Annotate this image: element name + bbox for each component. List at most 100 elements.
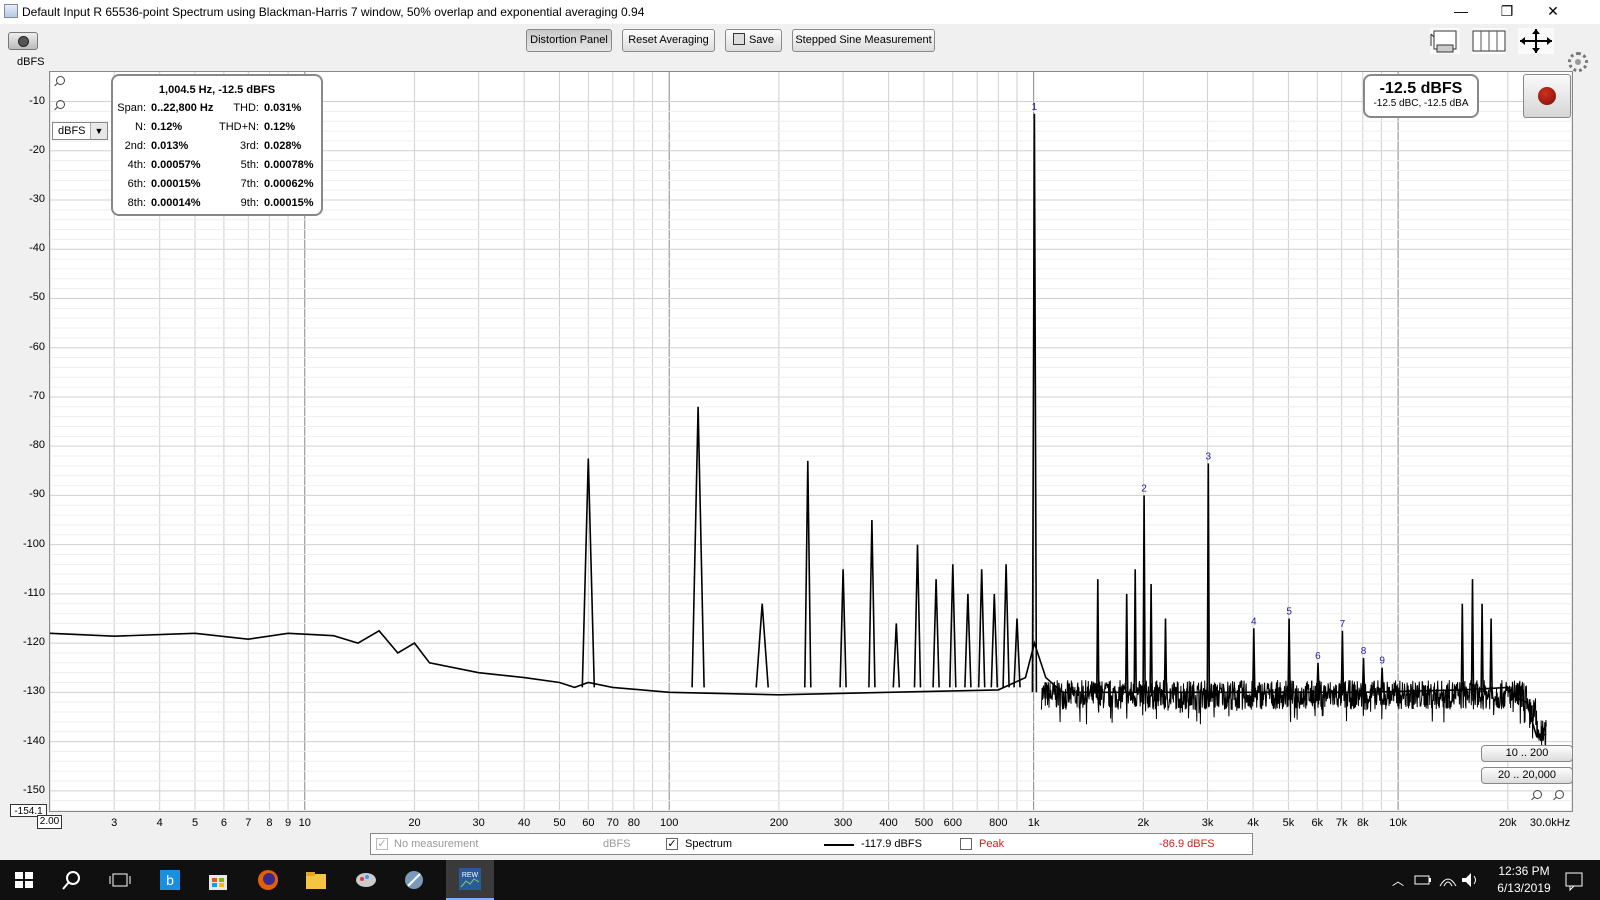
firefox-icon[interactable]: [256, 868, 280, 892]
dist-value: 0..22,800 Hz: [151, 102, 214, 114]
file-explorer-icon[interactable]: [304, 868, 328, 892]
dist-key: 8th:: [127, 197, 146, 209]
spectrum-peak: [1340, 630, 1345, 693]
columns-icon[interactable]: [1472, 28, 1506, 54]
resize-window-icon[interactable]: [1430, 28, 1460, 54]
zoom-in-y-icon[interactable]: [54, 76, 66, 88]
y-axis-unit: dBFS: [17, 56, 45, 68]
spectrum-peak: [1163, 618, 1168, 693]
camera-icon[interactable]: [8, 32, 38, 50]
dist-value: 0.00014%: [151, 197, 201, 209]
y-tick-label: -130: [22, 685, 45, 698]
harmonic-marker-label: 8: [1361, 646, 1367, 657]
clock-date[interactable]: 6/13/2019: [1488, 881, 1560, 895]
distortion-panel-button[interactable]: Distortion Panel: [526, 29, 612, 52]
harmonic-marker-label: 7: [1340, 619, 1346, 630]
spectrum-peak: [1149, 583, 1153, 693]
wifi-icon[interactable]: [1436, 868, 1460, 892]
zoom-in-x-icon[interactable]: [1531, 790, 1543, 802]
peak-label: Peak: [979, 838, 1005, 850]
reset-averaging-button[interactable]: Reset Averaging: [622, 29, 715, 52]
task-view-icon[interactable]: [108, 868, 132, 892]
distortion-panel: 1,004.5 Hz, -12.5 dBFS Span: 0..22,800 H…: [111, 74, 323, 216]
notifications-icon[interactable]: [1562, 868, 1586, 892]
spectrum-line-swatch: [824, 844, 854, 846]
y-tick-label: -150: [22, 783, 45, 796]
volume-icon[interactable]: [1458, 868, 1482, 892]
store-icon[interactable]: [206, 868, 230, 892]
spectrum-peak: [691, 406, 705, 688]
distortion-row: N: 0.12% THD+N: 0.12%: [113, 121, 321, 137]
x-tick-label: 3k: [1201, 817, 1214, 829]
dist-key: N:: [135, 121, 146, 133]
spectrum-noise-band: [1040, 679, 1547, 749]
paint-app-icon[interactable]: [354, 868, 378, 892]
x-tick-label: 800: [989, 817, 1008, 829]
search-icon[interactable]: [60, 868, 84, 892]
box-app-icon[interactable]: b: [158, 868, 182, 892]
y-tick-label: -120: [22, 636, 45, 649]
x-tick-label: 7: [245, 817, 252, 829]
zoom-out-y-icon[interactable]: [54, 100, 66, 112]
dist-value: 0.00015%: [264, 197, 314, 209]
app-icon: [4, 4, 18, 18]
restore-button[interactable]: ❐: [1484, 0, 1530, 24]
x-tick-label: 80: [627, 817, 640, 829]
zoom-out-x-icon[interactable]: [1553, 790, 1565, 802]
x-tick-label: 10k: [1389, 817, 1407, 829]
battery-icon[interactable]: [1412, 868, 1436, 892]
title-bar: Default Input R 65536-point Spectrum usi…: [0, 0, 1600, 24]
x-tick-label: 4: [156, 817, 163, 829]
x-tick-label: 9: [285, 817, 292, 829]
distortion-row: Span: 0..22,800 Hz THD: 0.031%: [113, 102, 321, 118]
y-tick-label: -90: [29, 488, 45, 501]
tools-app-icon[interactable]: [402, 868, 426, 892]
minimize-button[interactable]: —: [1438, 0, 1484, 24]
rew-app-icon: REW: [459, 868, 481, 890]
x-min-value-box[interactable]: 2.00: [37, 815, 62, 829]
spectrum-peak: [990, 593, 999, 688]
spectrum-checkbox[interactable]: ✓: [666, 838, 678, 850]
x-tick-label: 8k: [1356, 817, 1369, 829]
harmonic-marker-label: 6: [1315, 651, 1321, 662]
dist-value: 0.00015%: [151, 178, 201, 190]
dist-key: 6th:: [127, 178, 146, 190]
x-tick-label: 6k: [1311, 817, 1324, 829]
settings-gear-icon[interactable]: [1568, 52, 1588, 72]
show-hidden-icons-icon[interactable]: ︿: [1392, 872, 1404, 889]
range-10-200-button[interactable]: 10 .. 200: [1481, 745, 1573, 762]
unit-select[interactable]: dBFS ▼: [52, 122, 108, 140]
spectrum-peak: [1480, 603, 1484, 693]
harmonic-marker-label: 5: [1286, 606, 1292, 617]
spectrum-peak: [1470, 579, 1475, 693]
x-tick-label: 300: [833, 817, 853, 829]
distortion-row: 8th: 0.00014% 9th: 0.00015%: [113, 197, 321, 213]
chevron-down-icon: ▼: [90, 123, 107, 139]
peak-checkbox[interactable]: [960, 838, 972, 850]
rew-taskbar-button[interactable]: REW: [446, 860, 494, 900]
scale-arrows-icon[interactable]: [1518, 28, 1554, 54]
spectrum-peak: [1206, 463, 1211, 693]
x-tick-label: 40: [518, 817, 531, 829]
no-measurement-checkbox[interactable]: ✓: [376, 838, 388, 850]
save-button[interactable]: Save: [725, 29, 782, 52]
save-icon: [732, 33, 745, 45]
range-20-20000-button[interactable]: 20 .. 20,000: [1481, 767, 1573, 784]
x-tick-label: 5k: [1282, 817, 1295, 829]
x-tick-label: 600: [943, 817, 962, 829]
stepped-sine-button[interactable]: Stepped Sine Measurement: [792, 29, 935, 52]
windows-start-icon[interactable]: [12, 868, 36, 892]
record-button[interactable]: [1523, 74, 1571, 118]
spectrum-value: -117.9 dBFS: [861, 838, 922, 850]
x-tick-label: 200: [769, 817, 789, 829]
y-tick-label: -20: [29, 143, 45, 156]
close-button[interactable]: ✕: [1530, 0, 1576, 24]
y-tick-label: -30: [29, 193, 45, 205]
harmonic-marker-label: 3: [1205, 451, 1211, 462]
spectrum-peak: [1287, 618, 1291, 693]
no-measurement-unit: dBFS: [603, 838, 631, 850]
spectrum-peak: [1380, 667, 1384, 693]
x-tick-label: 70: [606, 817, 619, 829]
clock-time[interactable]: 12:36 PM: [1488, 864, 1560, 878]
y-tick-label: -140: [22, 734, 45, 747]
